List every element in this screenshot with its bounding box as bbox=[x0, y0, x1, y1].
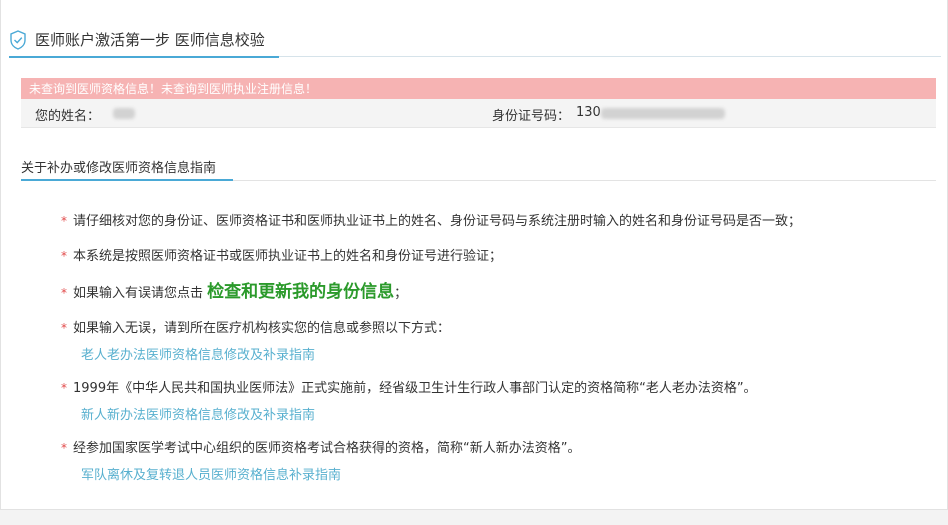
guide-bullet: * 1999年《中华人民共和国执业医师法》正式实施前，经省级卫生计生行政人事部门认… bbox=[61, 381, 757, 396]
name-label: 您的姓名： bbox=[35, 109, 101, 124]
guide-bullet: * 经参加国家医学考试中心组织的医师资格考试合格获得的资格，简称“新人新办法资格”… bbox=[61, 441, 581, 456]
section-underline bbox=[21, 179, 233, 181]
alert-message: 未查询到医师资格信息！未查询到医师执业注册信息！ bbox=[29, 82, 318, 96]
asterisk-icon: * bbox=[61, 381, 67, 395]
id-label: 身份证号码： bbox=[492, 109, 571, 124]
section-title: 关于补办或修改医师资格信息指南 bbox=[21, 161, 217, 176]
guide-bullet: * 请仔细核对您的身份证、医师资格证书和医师执业证书上的姓名、身份证号码与系统注册… bbox=[61, 214, 802, 229]
verification-card: 医师账户激活第一步 医师信息校验 未查询到医师资格信息！未查询到医师执业注册信息… bbox=[0, 0, 948, 510]
asterisk-icon: * bbox=[61, 441, 67, 455]
title-underline bbox=[9, 56, 279, 58]
asterisk-icon: * bbox=[61, 286, 67, 300]
military-guide-link[interactable]: 军队离休及复转退人员医师资格信息补录指南 bbox=[81, 464, 341, 483]
old-method-guide-link[interactable]: 老人老办法医师资格信息修改及补录指南 bbox=[81, 344, 315, 363]
asterisk-icon: * bbox=[61, 249, 67, 263]
update-identity-link[interactable]: 检查和更新我的身份信息 bbox=[207, 282, 394, 302]
id-prefix: 130 bbox=[576, 105, 601, 120]
guide-bullet: * 如果输入无误，请到所在医疗机构核实您的信息或参照以下方式： bbox=[61, 321, 451, 336]
asterisk-icon: * bbox=[61, 321, 67, 335]
new-method-guide-link[interactable]: 新人新办法医师资格信息修改及补录指南 bbox=[81, 404, 315, 423]
guide-section-header: 关于补办或修改医师资格信息指南 bbox=[21, 150, 936, 181]
asterisk-icon: * bbox=[61, 214, 67, 228]
guide-bullet: * 本系统是按照医师资格证书或医师执业证书上的姓名和身份证号进行验证； bbox=[61, 249, 503, 264]
page-header: 医师账户激活第一步 医师信息校验 bbox=[9, 26, 941, 58]
guide-bullet: * 如果输入有误请您点击 检查和更新我的身份信息； bbox=[61, 282, 408, 302]
identity-row: 您的姓名： 身份证号码： 130 bbox=[21, 99, 936, 128]
page-title: 医师账户激活第一步 医师信息校验 bbox=[35, 31, 265, 49]
name-redacted bbox=[113, 108, 135, 119]
error-alert: 未查询到医师资格信息！未查询到医师执业注册信息！ bbox=[21, 78, 936, 99]
shield-check-icon bbox=[10, 30, 26, 50]
id-redacted bbox=[601, 108, 725, 119]
